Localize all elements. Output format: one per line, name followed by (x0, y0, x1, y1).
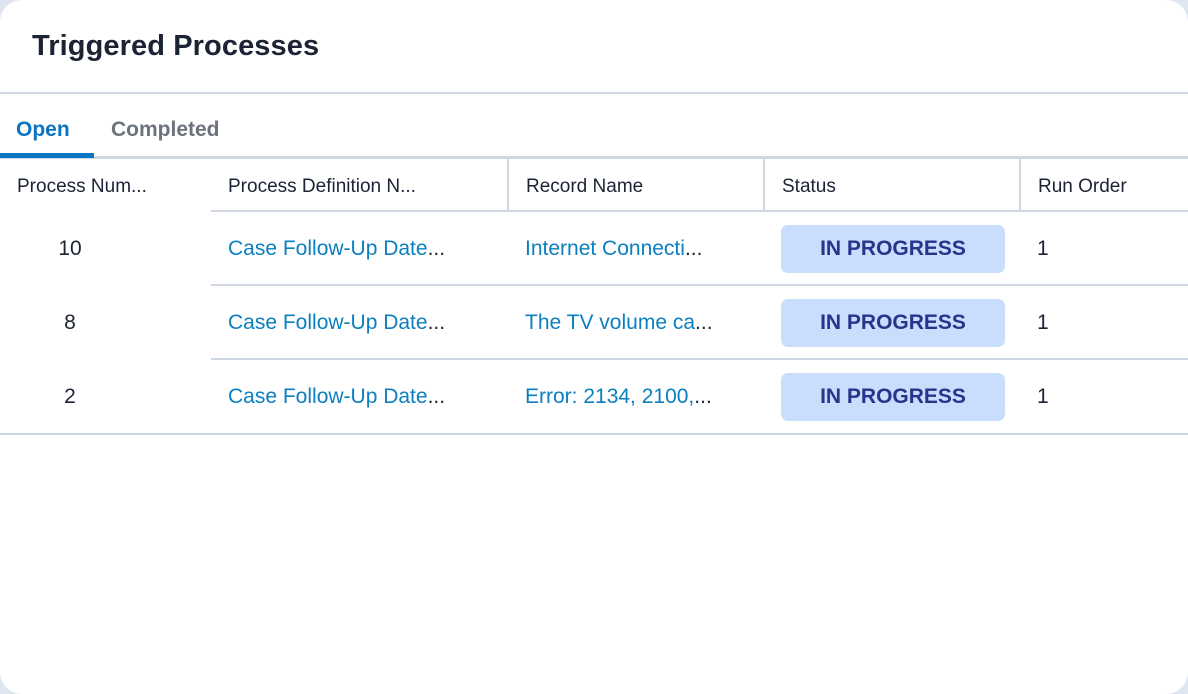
ellipsis: ... (695, 311, 713, 334)
process-definition-cell: Case Follow-Up Date... (211, 360, 508, 434)
table-row: 10 Case Follow-Up Date... Internet Conne… (0, 212, 1188, 286)
process-definition-cell: Case Follow-Up Date... (211, 212, 508, 286)
title-divider (0, 92, 1188, 94)
status-cell: IN PROGRESS (764, 212, 1020, 286)
table-row: 2 Case Follow-Up Date... Error: 2134, 21… (0, 360, 1188, 434)
ellipsis: ... (684, 237, 703, 260)
column-header-process-number[interactable]: Process Num... (0, 159, 211, 212)
process-definition-cell: Case Follow-Up Date... (211, 286, 508, 360)
process-definition-link[interactable]: Case Follow-Up Date (228, 385, 428, 408)
status-cell: IN PROGRESS (764, 360, 1020, 434)
process-number-cell: 2 (64, 385, 76, 408)
tab-bar: Open Completed (0, 112, 1188, 158)
tab-active-indicator (0, 153, 94, 158)
record-name-cell: Internet Connecti... (508, 212, 764, 286)
status-cell: IN PROGRESS (764, 286, 1020, 360)
process-definition-link[interactable]: Case Follow-Up Date (228, 237, 428, 260)
card-title: Triggered Processes (32, 30, 320, 62)
ellipsis: ... (694, 385, 712, 408)
status-badge: IN PROGRESS (781, 373, 1005, 421)
status-badge: IN PROGRESS (781, 299, 1005, 347)
table-row: 8 Case Follow-Up Date... The TV volume c… (0, 286, 1188, 360)
column-header-status[interactable]: Status (763, 159, 1020, 212)
run-order-cell: 1 (1037, 385, 1049, 408)
ellipsis: ... (427, 385, 446, 408)
process-number-cell: 10 (58, 237, 82, 260)
record-name-cell: Error: 2134, 2100,... (508, 360, 764, 434)
tab-completed[interactable]: Completed (111, 118, 220, 142)
table-bottom-divider (0, 433, 1188, 435)
record-name-link[interactable]: The TV volume ca (525, 311, 695, 334)
status-badge: IN PROGRESS (781, 225, 1005, 273)
triggered-processes-card: Triggered Processes Open Completed Proce… (0, 0, 1188, 694)
record-name-link[interactable]: Internet Connecti (525, 237, 685, 260)
column-header-record-name[interactable]: Record Name (507, 159, 764, 212)
tab-open[interactable]: Open (16, 118, 70, 142)
record-name-cell: The TV volume ca... (508, 286, 764, 360)
process-number-cell: 8 (64, 311, 76, 334)
process-definition-link[interactable]: Case Follow-Up Date (228, 311, 428, 334)
run-order-cell: 1 (1020, 286, 1188, 360)
column-header-run-order[interactable]: Run Order (1019, 159, 1188, 212)
column-header-process-definition[interactable]: Process Definition N... (211, 159, 508, 212)
run-order-cell: 1 (1020, 212, 1188, 286)
ellipsis: ... (427, 237, 446, 260)
ellipsis: ... (427, 311, 446, 334)
record-name-link[interactable]: Error: 2134, 2100, (525, 385, 694, 408)
